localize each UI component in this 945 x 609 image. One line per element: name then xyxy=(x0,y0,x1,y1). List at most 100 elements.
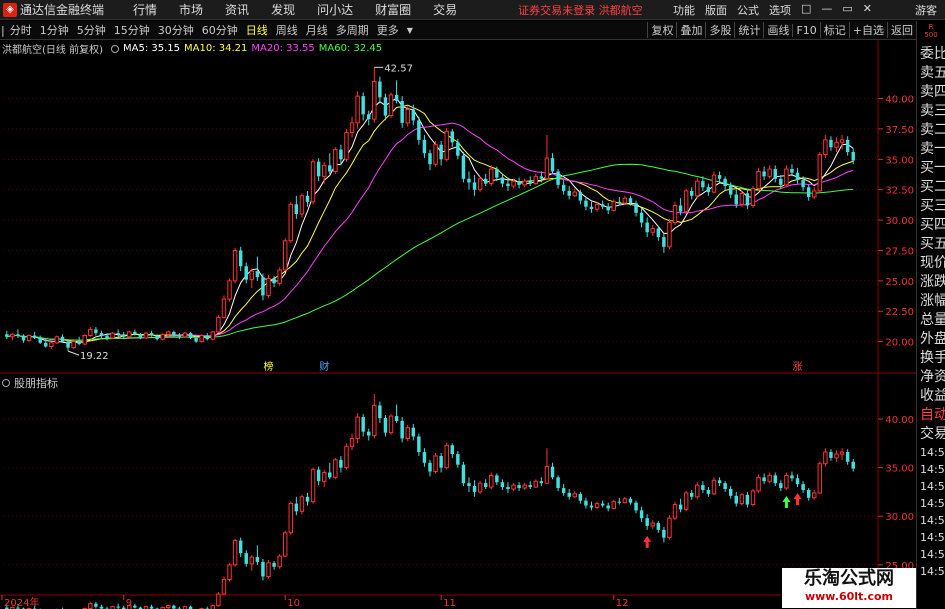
sub-candle xyxy=(611,501,616,509)
main-candle xyxy=(594,203,600,210)
main-candle xyxy=(172,331,176,336)
sub-candle xyxy=(517,485,521,489)
main-candle xyxy=(795,172,800,180)
sub-candle xyxy=(656,523,661,530)
main-candle xyxy=(77,341,81,345)
sub-candle xyxy=(367,431,371,436)
main-candle xyxy=(517,181,521,185)
auto-label[interactable]: 自动 xyxy=(917,406,945,425)
main-candle xyxy=(210,331,216,340)
main-candle xyxy=(622,197,628,204)
main-candle xyxy=(533,175,539,185)
main-candle xyxy=(5,334,9,337)
sub-candle xyxy=(88,603,93,609)
tick-time: 14:56 xyxy=(920,565,945,578)
sub-candle xyxy=(533,480,539,488)
main-candle xyxy=(355,95,360,124)
main-candle xyxy=(672,204,678,224)
main-candle xyxy=(823,139,828,155)
event-badge[interactable]: 榜 xyxy=(264,360,274,373)
sub-candle xyxy=(210,605,216,609)
main-candle xyxy=(405,108,410,124)
quote-field: 买四 xyxy=(920,217,945,233)
main-candle xyxy=(383,97,388,116)
low-marker xyxy=(67,350,80,356)
main-candle xyxy=(467,178,471,183)
sub-candle xyxy=(450,445,455,455)
sub-candle xyxy=(550,466,555,478)
main-candle xyxy=(522,180,527,186)
guest-login[interactable]: 游客 xyxy=(915,2,937,18)
main-candle xyxy=(155,335,159,340)
tick-time: 14:56 xyxy=(920,463,945,476)
signal-arrows xyxy=(643,493,802,548)
main-candle xyxy=(232,249,238,282)
main-candle xyxy=(422,139,427,154)
kline-chart[interactable]: 40.00 37.50 35.00 32.50 30.00 27.50 25.00 22.50… xyxy=(0,0,916,609)
sub-candle xyxy=(662,529,666,538)
sub-candle xyxy=(539,481,544,484)
sub-candle xyxy=(321,471,327,482)
sub-candle xyxy=(683,492,689,510)
sub-candle xyxy=(829,452,833,458)
sub-candle xyxy=(422,452,427,463)
main-candle xyxy=(378,81,382,98)
quote-field: 净资 xyxy=(920,369,945,385)
main-candle xyxy=(244,266,248,280)
quote-field: 外盘 xyxy=(920,331,945,347)
main-candle xyxy=(205,335,209,340)
quote-field: 涨幅 xyxy=(920,293,945,309)
main-candle xyxy=(221,298,227,318)
date-tick-label: 11 xyxy=(443,598,456,609)
sub-candle xyxy=(711,479,717,495)
sub-candle xyxy=(706,489,711,494)
sub-candle xyxy=(461,464,466,484)
main-candle xyxy=(606,206,610,211)
main-candle xyxy=(238,250,243,267)
main-candle xyxy=(411,109,416,121)
sub-candle xyxy=(216,593,221,607)
main-candle xyxy=(333,149,338,172)
sub-candle xyxy=(767,474,772,482)
quote-field: 卖三 xyxy=(920,103,945,119)
sub-candle xyxy=(116,606,120,608)
event-badge[interactable]: 财 xyxy=(319,360,329,373)
quote-field: 卖四 xyxy=(920,84,945,100)
main-candle xyxy=(834,141,839,148)
r-badge[interactable]: R 500 xyxy=(917,21,945,45)
main-candle xyxy=(477,178,483,191)
main-candle xyxy=(506,183,510,187)
sub-candle xyxy=(834,453,839,459)
quote-side-panel: R 500 委比 卖五 卖四 卖三 卖二 卖一 买一 买二 买三 买四 买五 现价 涨跌 涨幅 总量 外盘 换手… xyxy=(916,21,945,609)
sub-candle xyxy=(249,556,255,565)
main-candle xyxy=(227,280,232,300)
sub-candle xyxy=(99,606,104,609)
main-candle xyxy=(745,193,750,206)
main-candle xyxy=(779,178,783,185)
main-candle xyxy=(561,184,566,191)
sub-candle xyxy=(795,478,800,485)
sub-candle xyxy=(282,532,288,557)
event-badge[interactable]: 涨 xyxy=(793,361,803,373)
main-candle xyxy=(634,203,638,213)
main-candle xyxy=(645,222,649,233)
main-candle xyxy=(678,205,683,212)
sub-candle xyxy=(584,500,588,506)
main-candle xyxy=(550,158,555,172)
sub-candle xyxy=(444,444,449,469)
main-candle xyxy=(361,96,365,115)
sub-candle xyxy=(589,505,594,508)
main-candle xyxy=(689,190,694,196)
main-candle xyxy=(683,190,689,213)
main-candle xyxy=(433,144,438,165)
sub-candle xyxy=(689,492,694,497)
main-candle xyxy=(400,100,404,123)
main-candle xyxy=(394,94,399,101)
sub-candle xyxy=(433,455,438,473)
main-candle xyxy=(88,328,93,337)
sub-candle xyxy=(728,489,733,496)
quote-field: 换手 xyxy=(920,350,945,366)
main-candle xyxy=(299,195,305,215)
main-candle xyxy=(711,174,717,193)
main-candle xyxy=(21,335,26,341)
